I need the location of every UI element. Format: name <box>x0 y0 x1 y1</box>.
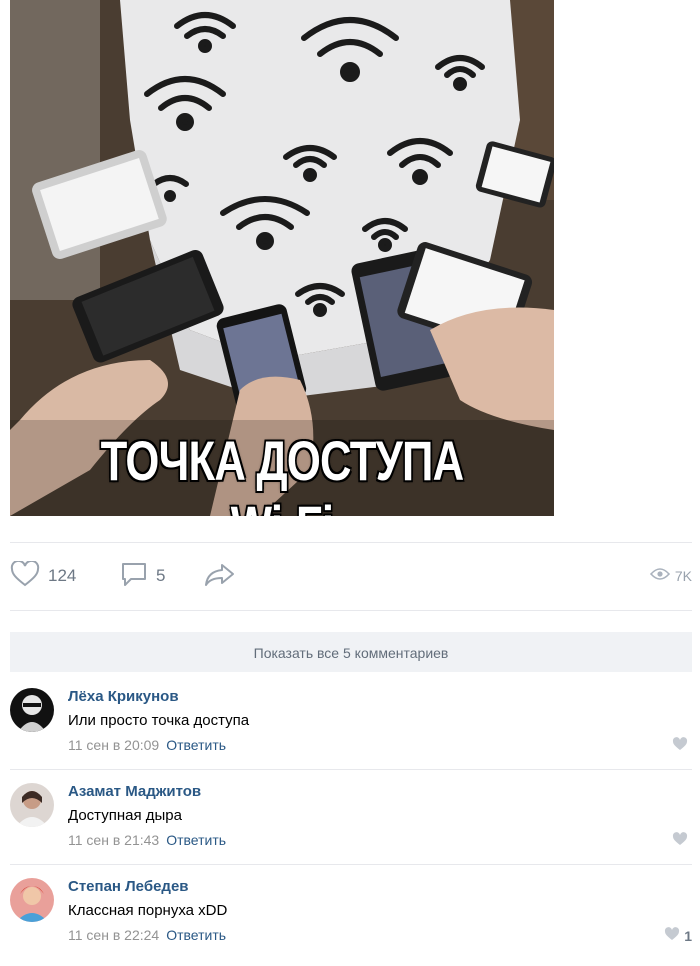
reply-link[interactable]: Ответить <box>166 737 226 753</box>
divider <box>10 769 692 770</box>
views-value: 7K <box>674 568 692 584</box>
comment-like-button[interactable] <box>672 737 692 754</box>
comment-like-button[interactable] <box>672 832 692 849</box>
heart-filled-icon <box>672 832 688 849</box>
comment-date[interactable]: 11 сен в 21:43 <box>68 832 159 848</box>
like-button[interactable]: 124 <box>10 558 76 594</box>
comment-like-button[interactable]: 1 <box>664 927 692 944</box>
share-arrow-icon <box>204 561 236 592</box>
speech-bubble-icon <box>120 560 148 593</box>
comment-meta: 11 сен в 22:24 Ответить <box>68 927 226 943</box>
comment-like-count: 1 <box>684 927 692 944</box>
share-button[interactable] <box>204 558 236 594</box>
reply-link[interactable]: Ответить <box>166 832 226 848</box>
comment-meta: 11 сен в 20:09 Ответить <box>68 737 226 753</box>
comment-item: Лёха Крикунов Или просто точка доступа 1… <box>10 688 692 776</box>
comment-date[interactable]: 11 сен в 20:09 <box>68 737 159 753</box>
comment-author[interactable]: Степан Лебедев <box>68 878 189 895</box>
avatar[interactable] <box>10 878 54 922</box>
comment-text: Доступная дыра <box>68 807 182 824</box>
comment-date[interactable]: 11 сен в 22:24 <box>68 927 159 943</box>
view-count: 7K <box>649 558 692 594</box>
heart-filled-icon <box>672 737 688 754</box>
comment-item: Азамат Маджитов Доступная дыра 11 сен в … <box>10 783 692 871</box>
comment-item: Степан Лебедев Классная порнуха xDD 11 с… <box>10 878 692 966</box>
divider <box>10 542 692 543</box>
post-actions: 124 5 7K <box>10 558 692 594</box>
comment-text: Классная порнуха xDD <box>68 902 228 919</box>
comment-button[interactable]: 5 <box>120 558 165 594</box>
comment-author[interactable]: Азамат Маджитов <box>68 783 201 800</box>
post-photo[interactable]: ТОЧКА ДОСТУПА Wi-Fi <box>10 0 554 516</box>
avatar[interactable] <box>10 688 54 732</box>
heart-outline-icon <box>10 559 40 592</box>
like-count: 124 <box>48 566 77 585</box>
photo-caption: ТОЧКА ДОСТУПА Wi-Fi <box>100 429 465 516</box>
comment-count: 5 <box>156 566 166 585</box>
comment-author[interactable]: Лёха Крикунов <box>68 688 179 705</box>
show-all-comments-button[interactable]: Показать все 5 комментариев <box>10 632 692 672</box>
comment-meta: 11 сен в 21:43 Ответить <box>68 832 226 848</box>
reply-link[interactable]: Ответить <box>166 927 226 943</box>
eye-icon <box>649 567 670 586</box>
divider <box>10 864 692 865</box>
comment-text: Или просто точка доступа <box>68 712 250 729</box>
avatar[interactable] <box>10 783 54 827</box>
divider <box>10 610 692 611</box>
heart-filled-icon <box>664 927 680 944</box>
